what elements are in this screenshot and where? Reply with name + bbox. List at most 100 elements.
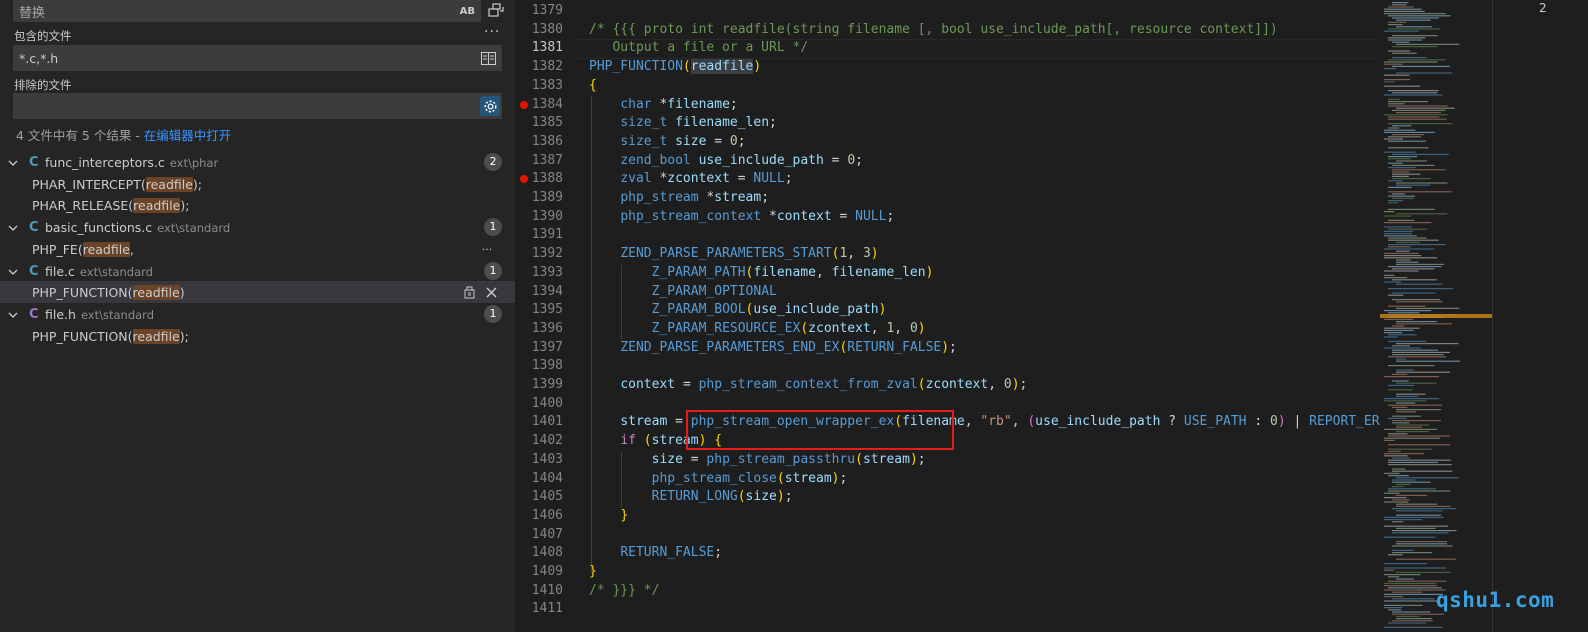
line-number[interactable]: 1381: [515, 39, 563, 58]
code-line[interactable]: ZEND_PARSE_PARAMETERS_START(1, 3): [589, 245, 878, 264]
code-line[interactable]: Z_PARAM_PATH(filename, filename_len): [589, 264, 934, 283]
breakpoint-icon[interactable]: [520, 100, 528, 109]
code-line[interactable]: Output a file or a URL */: [589, 39, 808, 58]
code-line[interactable]: }: [589, 563, 597, 582]
result-match[interactable]: PHAR_INTERCEPT(readfile);: [0, 173, 515, 195]
vertical-scrollbar[interactable]: [1492, 0, 1507, 632]
line-number[interactable]: 1409: [515, 563, 563, 582]
result-match[interactable]: PHP_FUNCTION(readfile);: [0, 325, 515, 347]
code-line[interactable]: PHP_FUNCTION(readfile): [589, 58, 761, 77]
code-line[interactable]: /* {{{ proto int readfile(string filenam…: [589, 21, 1278, 40]
more-icon[interactable]: ···: [479, 241, 495, 257]
code-line[interactable]: size = php_stream_passthru(stream);: [589, 451, 926, 470]
code-line[interactable]: context = php_stream_context_from_zval(z…: [589, 376, 1027, 395]
line-number[interactable]: 1406: [515, 507, 563, 526]
more-options-icon[interactable]: ···: [484, 24, 500, 40]
open-editors-only-icon[interactable]: [480, 50, 497, 67]
code-line[interactable]: php_stream_close(stream);: [589, 470, 848, 489]
file-name: basic_functions.c ext\standard: [45, 220, 230, 235]
line-number[interactable]: 1395: [515, 301, 563, 320]
result-match[interactable]: PHP_FE(readfile, ···: [0, 238, 515, 260]
line-number[interactable]: 1398: [515, 357, 563, 376]
gear-icon[interactable]: [480, 96, 500, 116]
open-in-editor-link[interactable]: 在编辑器中打开: [144, 128, 232, 143]
code-line[interactable]: Z_PARAM_BOOL(use_include_path): [589, 301, 887, 320]
line-number[interactable]: 1403: [515, 451, 563, 470]
line-number[interactable]: 1390: [515, 208, 563, 227]
code-line[interactable]: zval *zcontext = NULL;: [589, 170, 792, 189]
preserve-case-toggle[interactable]: AB: [460, 6, 475, 17]
line-number[interactable]: 1386: [515, 133, 563, 152]
replace-input[interactable]: 替换 AB: [13, 0, 481, 22]
line-number[interactable]: 1389: [515, 189, 563, 208]
line-number[interactable]: 1382: [515, 58, 563, 77]
chevron-down-icon[interactable]: [8, 156, 18, 171]
code-line[interactable]: php_stream *stream;: [589, 189, 769, 208]
chevron-down-icon[interactable]: [8, 265, 18, 280]
line-number[interactable]: 1410: [515, 582, 563, 601]
result-match-selected[interactable]: PHP_FUNCTION(readfile): [0, 281, 515, 303]
match-count-badge: 2: [484, 153, 502, 171]
line-number[interactable]: 1399: [515, 376, 563, 395]
file-path: ext\standard: [157, 220, 231, 235]
code-line[interactable]: ZEND_PARSE_PARAMETERS_END_EX(RETURN_FALS…: [589, 339, 957, 358]
chevron-down-icon[interactable]: [8, 308, 18, 323]
code-line[interactable]: /* }}} */: [589, 582, 659, 601]
line-number[interactable]: 1411: [515, 600, 563, 619]
line-number[interactable]: 1402: [515, 432, 563, 451]
code-line[interactable]: Z_PARAM_OPTIONAL: [589, 283, 777, 302]
line-number[interactable]: 1387: [515, 152, 563, 171]
line-number[interactable]: 1380: [515, 21, 563, 40]
match-count-badge: 1: [484, 218, 502, 236]
line-number[interactable]: 1393: [515, 264, 563, 283]
c-file-icon: C: [29, 219, 39, 235]
panel-value: 2: [1539, 1, 1547, 15]
replace-icon[interactable]: [461, 284, 477, 300]
include-files-field[interactable]: *.c,*.h: [13, 45, 502, 71]
c-header-file-icon: C: [29, 306, 39, 322]
result-file-basic-functions[interactable]: C basic_functions.c ext\standard 1: [0, 216, 515, 238]
line-number[interactable]: 1397: [515, 339, 563, 358]
line-number[interactable]: 1385: [515, 114, 563, 133]
code-line[interactable]: Z_PARAM_RESOURCE_EX(zcontext, 1, 0): [589, 320, 926, 339]
line-number[interactable]: 1407: [515, 526, 563, 545]
replace-all-icon[interactable]: [487, 1, 505, 19]
line-number[interactable]: 1392: [515, 245, 563, 264]
close-icon[interactable]: [483, 284, 499, 300]
code-editor[interactable]: 1379 1380 1381 1382 1383 1384 1385 1386 1387 1388…: [515, 0, 1380, 632]
line-number[interactable]: 1401: [515, 413, 563, 432]
code-line[interactable]: char *filename;: [589, 96, 737, 115]
code-line[interactable]: php_stream_context *context = NULL;: [589, 208, 894, 227]
code-line[interactable]: {: [589, 77, 597, 96]
code-line[interactable]: size_t filename_len;: [589, 114, 777, 133]
match-count-badge: 1: [484, 305, 502, 323]
exclude-files-field[interactable]: [13, 93, 502, 119]
file-name: func_interceptors.c ext\phar: [45, 155, 218, 170]
line-number[interactable]: 1394: [515, 283, 563, 302]
code-line[interactable]: RETURN_LONG(size);: [589, 488, 793, 507]
chevron-down-icon[interactable]: [8, 221, 18, 236]
line-number[interactable]: 1383: [515, 77, 563, 96]
exclude-files-label: 排除的文件: [14, 78, 72, 92]
match-text: PHP_FE(readfile,: [32, 241, 134, 257]
line-number[interactable]: 1404: [515, 470, 563, 489]
minimap[interactable]: [1380, 0, 1492, 632]
match-before: PHP_FUNCTION(: [32, 328, 133, 344]
result-file-file-h[interactable]: C file.h ext\standard 1: [0, 303, 515, 325]
line-number[interactable]: 1400: [515, 395, 563, 414]
result-match[interactable]: PHAR_RELEASE(readfile);: [0, 194, 515, 216]
line-number[interactable]: 1408: [515, 544, 563, 563]
line-number[interactable]: 1396: [515, 320, 563, 339]
line-number[interactable]: 1405: [515, 488, 563, 507]
code-line[interactable]: RETURN_FALSE;: [589, 544, 722, 563]
code-line[interactable]: size_t size = 0;: [589, 133, 745, 152]
code-line[interactable]: }: [589, 507, 628, 526]
result-file-func-interceptors[interactable]: C func_interceptors.c ext\phar 2: [0, 151, 515, 173]
line-number[interactable]: 1379: [515, 2, 563, 21]
file-name-text: file.c: [45, 263, 75, 279]
code-line[interactable]: zend_bool use_include_path = 0;: [589, 152, 863, 171]
match-before: PHP_FE(: [32, 241, 83, 257]
match-after: );: [192, 176, 203, 192]
line-number[interactable]: 1391: [515, 226, 563, 245]
result-file-file-c[interactable]: C file.c ext\standard 1: [0, 260, 515, 282]
